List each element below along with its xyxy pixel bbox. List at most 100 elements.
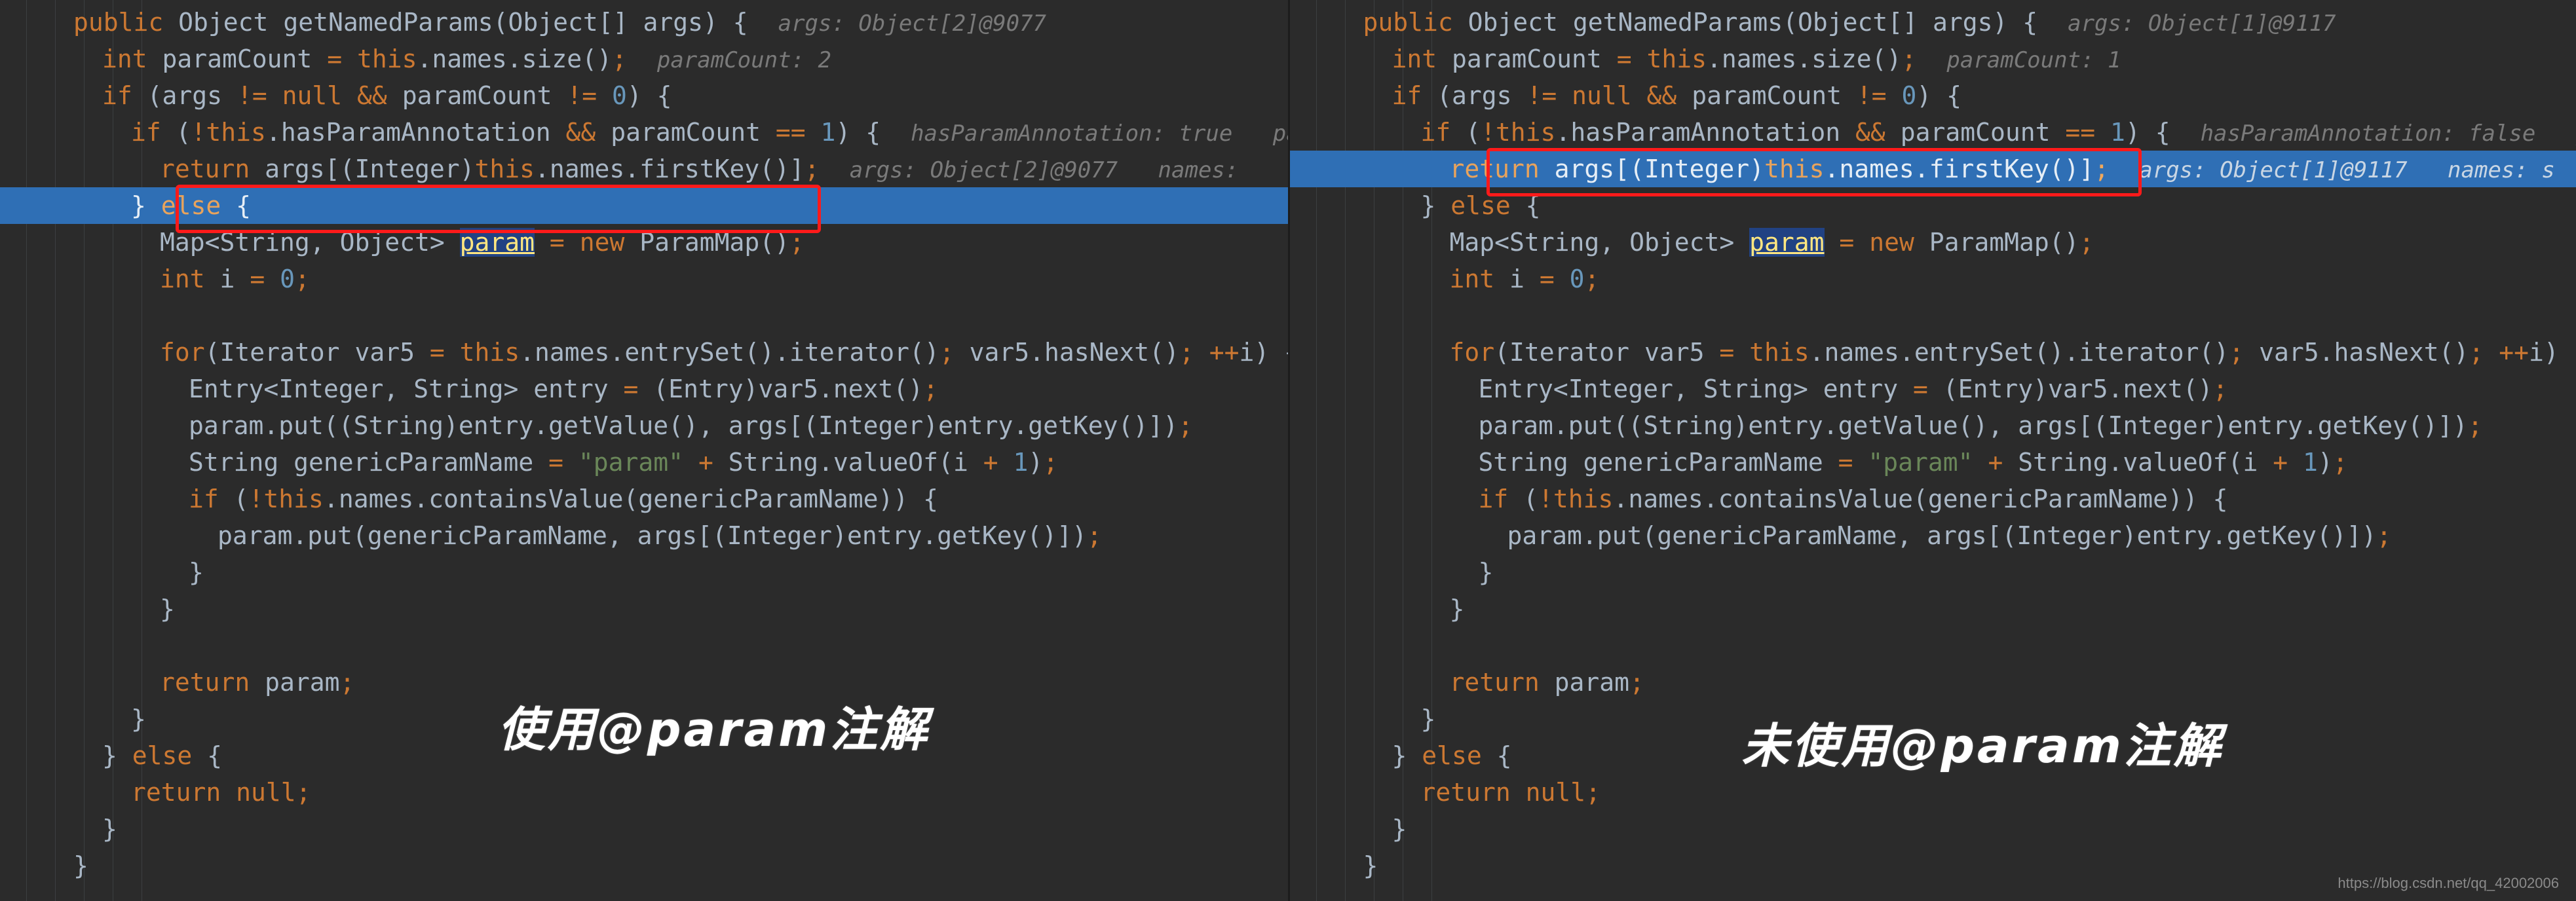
code-line[interactable]: return args[(Integer)this.names.firstKey… <box>0 151 1288 187</box>
code-line-text: } <box>1363 851 1378 880</box>
code-line[interactable]: } <box>0 811 1288 847</box>
code-line-executing[interactable]: } else { <box>0 187 1288 224</box>
code-line[interactable]: int paramCount = this.names.size(); param… <box>1290 41 2576 77</box>
code-line[interactable]: param.put((String)entry.getValue(), args… <box>1290 407 2576 444</box>
caption-right: 未使用@param注解 <box>1741 718 2224 773</box>
code-line[interactable]: int i = 0; <box>1290 261 2576 297</box>
code-line[interactable]: Entry<Integer, String> entry = (Entry)va… <box>0 371 1288 407</box>
code-line-text: } <box>189 558 204 587</box>
debugger-value-hint: paramCount: 2 <box>656 47 831 73</box>
code-line[interactable]: param.put((String)entry.getValue(), args… <box>0 407 1288 444</box>
code-line-text: String genericParamName = "param" + Stri… <box>189 448 1059 477</box>
code-line-text: } <box>1478 558 1494 587</box>
code-line-text: for(Iterator var5 = this.names.entrySet(… <box>1449 338 2576 367</box>
code-line-text: if (!this.hasParamAnnotation && paramCou… <box>131 118 881 147</box>
code-line[interactable]: return null; <box>0 774 1288 811</box>
debugger-value-hint: paramCount: 1 <box>1946 47 2121 73</box>
code-line-text: if (!this.names.containsValue(genericPar… <box>1478 485 2228 513</box>
code-line-text: } <box>160 595 175 623</box>
code-line[interactable]: } <box>0 847 1288 884</box>
code-line[interactable]: Entry<Integer, String> entry = (Entry)va… <box>1290 371 2576 407</box>
code-line-text: Map<String, Object> param = new ParamMap… <box>160 228 805 257</box>
code-line-text: int paramCount = this.names.size(); <box>1392 45 1917 73</box>
code-line[interactable] <box>1290 297 2576 334</box>
code-line-text: } <box>1449 595 1465 623</box>
code-line[interactable]: return null; <box>1290 774 2576 811</box>
code-line[interactable]: if (!this.names.containsValue(genericPar… <box>1290 481 2576 517</box>
code-line-text: int i = 0; <box>1449 265 1600 293</box>
code-line[interactable]: Map<String, Object> param = new ParamMap… <box>1290 224 2576 261</box>
code-line-text: if (args != null && paramCount != 0) { <box>102 81 672 110</box>
code-line[interactable]: param.put(genericParamName, args[(Intege… <box>1290 517 2576 554</box>
code-line-text: int paramCount = this.names.size(); <box>102 45 627 73</box>
code-line[interactable]: } <box>1290 811 2576 847</box>
code-line-text: return args[(Integer)this.names.firstKey… <box>160 155 820 183</box>
code-line-text: param.put((String)entry.getValue(), args… <box>189 411 1193 440</box>
code-line-text: } else { <box>102 741 223 770</box>
code-line-text: Map<String, Object> param = new ParamMap… <box>1449 228 2094 257</box>
code-line-text: return null; <box>131 778 311 807</box>
code-line[interactable]: return param; <box>1290 664 2576 701</box>
code-line-text: } <box>1420 705 1436 733</box>
watermark-url: https://blog.csdn.net/qq_42002006 <box>2338 875 2559 891</box>
code-line-text: public Object getNamedParams(Object[] ar… <box>73 8 748 37</box>
code-line-text: param.put(genericParamName, args[(Intege… <box>1507 521 2392 550</box>
code-line[interactable]: } <box>0 554 1288 591</box>
code-line[interactable]: for(Iterator var5 = this.names.entrySet(… <box>0 334 1288 371</box>
code-line[interactable]: } else { <box>1290 187 2576 224</box>
code-line-text: if (!this.names.containsValue(genericPar… <box>189 485 938 513</box>
code-line-text: return null; <box>1420 778 1601 807</box>
code-line-text: param.put(genericParamName, args[(Intege… <box>218 521 1102 550</box>
code-line[interactable]: public Object getNamedParams(Object[] ar… <box>1290 4 2576 41</box>
code-line-text: } <box>102 815 117 843</box>
debugger-value-hint: args: Object[1]@9117 <box>2068 10 2336 37</box>
code-line-text: } else { <box>131 191 252 220</box>
caption-left: 使用@param注解 <box>498 702 930 757</box>
code-line-text: if (!this.hasParamAnnotation && paramCou… <box>1420 118 2170 147</box>
code-line-text: } <box>131 705 146 733</box>
ide-debug-comparison: public Object getNamedParams(Object[] ar… <box>0 0 2576 901</box>
debugger-value-hint: hasParamAnnotation: false pa <box>2200 120 2576 147</box>
code-line[interactable]: String genericParamName = "param" + Stri… <box>1290 444 2576 481</box>
code-line[interactable]: int i = 0; <box>0 261 1288 297</box>
debugger-value-hint: args: Object[2]@9077 <box>778 10 1047 37</box>
code-line[interactable]: if (!this.hasParamAnnotation && paramCou… <box>0 114 1288 151</box>
code-line-text: Entry<Integer, String> entry = (Entry)va… <box>1478 375 2228 403</box>
code-line-text: param.put((String)entry.getValue(), args… <box>1478 411 2483 440</box>
code-line-text: int i = 0; <box>160 265 310 293</box>
code-line-executing[interactable]: return args[(Integer)this.names.firstKey… <box>1289 151 2576 187</box>
editor-panel-left[interactable]: public Object getNamedParams(Object[] ar… <box>0 0 1288 901</box>
code-line[interactable] <box>0 627 1288 664</box>
code-line[interactable]: int paramCount = this.names.size(); param… <box>0 41 1288 77</box>
code-line-text: Entry<Integer, String> entry = (Entry)va… <box>189 375 939 403</box>
code-line[interactable]: if (args != null && paramCount != 0) { <box>1290 77 2576 114</box>
editor-panel-right[interactable]: public Object getNamedParams(Object[] ar… <box>1287 0 2576 901</box>
code-line-text: String genericParamName = "param" + Stri… <box>1478 448 2348 477</box>
code-line[interactable]: String genericParamName = "param" + Stri… <box>0 444 1288 481</box>
code-line-text: } <box>73 851 88 880</box>
debugger-value-hint: args: Object[1]@9117 names: s <box>2139 157 2555 183</box>
code-line[interactable]: if (!this.names.containsValue(genericPar… <box>0 481 1288 517</box>
code-line[interactable]: } <box>1290 554 2576 591</box>
code-line-text: if (args != null && paramCount != 0) { <box>1392 81 1962 110</box>
code-line[interactable]: for(Iterator var5 = this.names.entrySet(… <box>1290 334 2576 371</box>
code-line-text: return param; <box>160 668 355 697</box>
code-line-text: return args[(Integer)this.names.firstKey… <box>1449 155 2110 183</box>
code-area-left[interactable]: public Object getNamedParams(Object[] ar… <box>0 0 1288 901</box>
debugger-value-hint: hasParamAnnotation: true pa <box>911 120 1288 147</box>
code-line[interactable]: param.put(genericParamName, args[(Intege… <box>0 517 1288 554</box>
code-line-text: } else { <box>1392 741 1512 770</box>
code-line[interactable]: if (args != null && paramCount != 0) { <box>0 77 1288 114</box>
code-line-text: return param; <box>1449 668 1644 697</box>
code-line-text: } else { <box>1420 191 1541 220</box>
code-line[interactable]: if (!this.hasParamAnnotation && paramCou… <box>1290 114 2576 151</box>
code-line[interactable]: public Object getNamedParams(Object[] ar… <box>0 4 1288 41</box>
code-line-text: public Object getNamedParams(Object[] ar… <box>1363 8 2038 37</box>
code-line[interactable]: } <box>0 591 1288 627</box>
code-line[interactable]: Map<String, Object> param = new ParamMap… <box>0 224 1288 261</box>
code-line-text: for(Iterator var5 = this.names.entrySet(… <box>160 338 1288 367</box>
code-line[interactable] <box>1290 627 2576 664</box>
code-line[interactable]: } <box>1290 591 2576 627</box>
debugger-value-hint: args: Object[2]@9077 names: <box>849 157 1239 183</box>
code-line[interactable] <box>0 297 1288 334</box>
